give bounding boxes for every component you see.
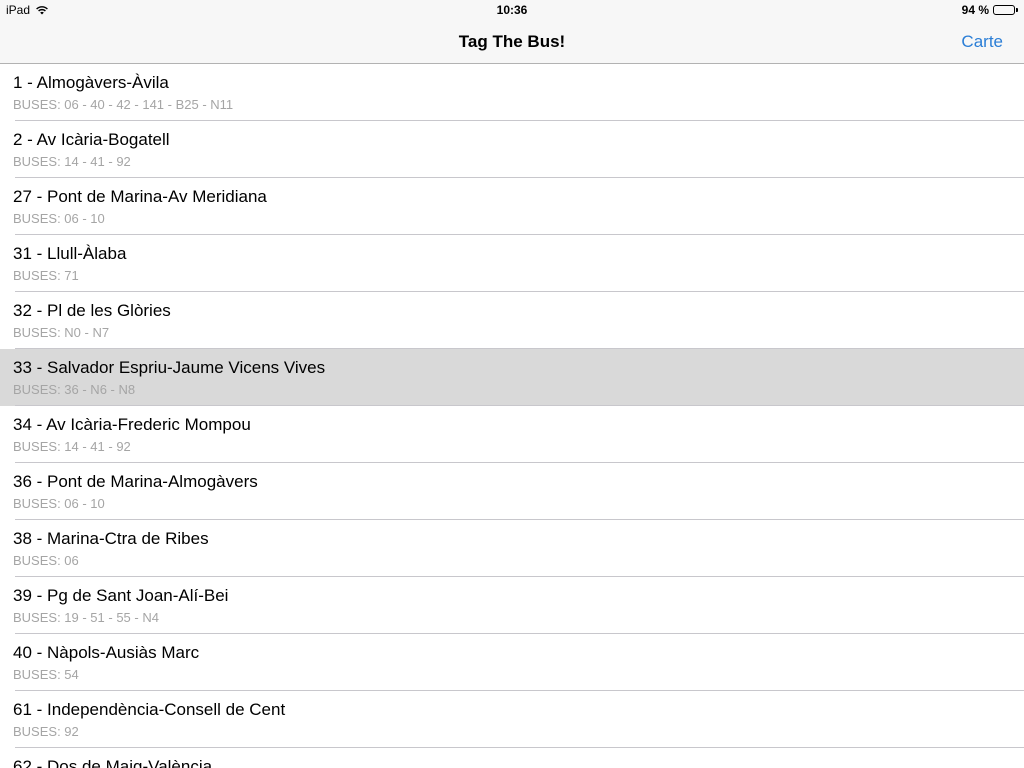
status-time: 10:36 bbox=[496, 3, 528, 17]
status-bar: iPad 10:36 94 % bbox=[0, 0, 1024, 20]
stop-buses: BUSES: 14 - 41 - 92 bbox=[13, 439, 131, 454]
list-item[interactable]: 36 - Pont de Marina-Almogàvers BUSES: 06 … bbox=[0, 463, 1024, 520]
stop-title: 32 - Pl de les Glòries bbox=[13, 301, 171, 320]
stop-title: 40 - Nàpols-Ausiàs Marc bbox=[13, 643, 200, 662]
stop-title: 61 - Independència-Consell de Cent bbox=[13, 700, 286, 719]
nav-bar: Tag The Bus! Carte bbox=[0, 20, 1024, 64]
list-item[interactable]: 38 - Marina-Ctra de Ribes BUSES: 06 bbox=[0, 520, 1024, 577]
screen: iPad 10:36 94 % Tag The Bus! Carte 1 - A… bbox=[0, 0, 1024, 768]
stop-buses: BUSES: 19 - 51 - 55 - N4 bbox=[13, 610, 159, 625]
stop-title: 34 - Av Icària-Frederic Mompou bbox=[13, 415, 251, 434]
stop-buses: BUSES: N0 - N7 bbox=[13, 325, 110, 340]
battery-icon bbox=[993, 5, 1018, 15]
stop-buses: BUSES: 06 - 10 bbox=[13, 211, 105, 226]
map-button[interactable]: Carte bbox=[961, 32, 1003, 52]
stop-buses: BUSES: 92 bbox=[13, 724, 79, 739]
stop-buses: BUSES: 36 - N6 - N8 bbox=[13, 382, 136, 397]
stop-title: 1 - Almogàvers-Àvila bbox=[13, 73, 169, 92]
stop-buses: BUSES: 14 - 41 - 92 bbox=[13, 154, 131, 169]
stop-buses: BUSES: 06 - 10 bbox=[13, 496, 105, 511]
battery-percent: 94 % bbox=[961, 3, 989, 17]
stop-buses: BUSES: 71 bbox=[13, 268, 79, 283]
list-item[interactable]: 62 - Dos de Maig-València bbox=[0, 748, 1024, 768]
stop-title: 36 - Pont de Marina-Almogàvers bbox=[13, 472, 258, 491]
stop-title: 27 - Pont de Marina-Av Meridiana bbox=[13, 187, 267, 206]
nav-title: Tag The Bus! bbox=[458, 32, 566, 51]
stop-buses: BUSES: 06 - 40 - 42 - 141 - B25 - N11 bbox=[13, 97, 234, 112]
status-right: 94 % bbox=[962, 3, 1018, 17]
list-item[interactable]: 2 - Av Icària-Bogatell BUSES: 14 - 41 - 9… bbox=[0, 121, 1024, 178]
stop-title: 2 - Av Icària-Bogatell bbox=[13, 130, 170, 149]
stop-title: 38 - Marina-Ctra de Ribes bbox=[13, 529, 209, 548]
stop-title: 33 - Salvador Espriu-Jaume Vicens Vives bbox=[13, 358, 326, 377]
list-item[interactable]: 40 - Nàpols-Ausiàs Marc BUSES: 54 bbox=[0, 634, 1024, 691]
stop-list[interactable]: 1 - Almogàvers-Àvila BUSES: 06 - 40 - 42 … bbox=[0, 64, 1024, 768]
stop-buses: BUSES: 54 bbox=[13, 667, 79, 682]
list-item[interactable]: 31 - Llull-Àlaba BUSES: 71 bbox=[0, 235, 1024, 292]
list-item[interactable]: 32 - Pl de les Glòries BUSES: N0 - N7 bbox=[0, 292, 1024, 349]
stop-title: 39 - Pg de Sant Joan-Alí-Bei bbox=[13, 586, 229, 605]
list-item[interactable]: 61 - Independència-Consell de Cent BUSES:… bbox=[0, 691, 1024, 748]
stop-title: 62 - Dos de Maig-València bbox=[13, 757, 213, 768]
list-item[interactable]: 39 - Pg de Sant Joan-Alí-Bei BUSES: 19 - … bbox=[0, 577, 1024, 634]
stop-title: 31 - Llull-Àlaba bbox=[13, 244, 127, 263]
list-item[interactable]: 33 - Salvador Espriu-Jaume Vicens Vives B… bbox=[0, 349, 1024, 406]
stop-buses: BUSES: 06 bbox=[13, 553, 79, 568]
list-item[interactable]: 27 - Pont de Marina-Av Meridiana BUSES: 0… bbox=[0, 178, 1024, 235]
list-item[interactable]: 34 - Av Icària-Frederic Mompou BUSES: 14 … bbox=[0, 406, 1024, 463]
list-item[interactable]: 1 - Almogàvers-Àvila BUSES: 06 - 40 - 42 … bbox=[0, 64, 1024, 121]
